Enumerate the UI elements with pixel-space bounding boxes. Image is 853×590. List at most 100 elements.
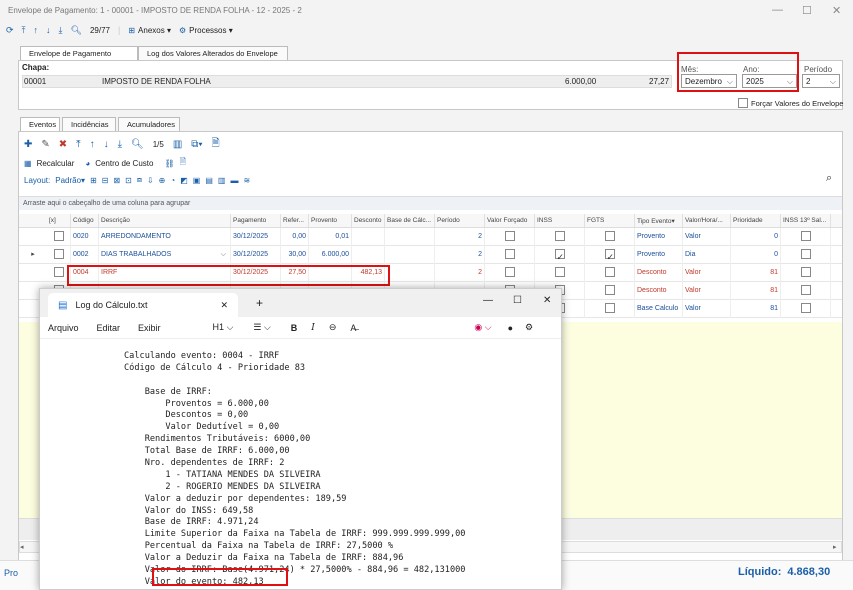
heading-select[interactable]: H1 ⌵ <box>213 322 234 333</box>
checkbox[interactable] <box>53 266 64 277</box>
col-periodo[interactable]: Período <box>435 214 485 227</box>
add-icon[interactable]: ✚ <box>24 139 32 150</box>
table-row[interactable]: ▸ 0002 DIAS TRABALHADOS ⌵ 30/12/2025 30,00 6.0… <box>19 245 842 264</box>
chevron-down-icon[interactable]: ⌵ <box>221 246 226 264</box>
checkbox[interactable] <box>800 248 811 259</box>
maximize-icon[interactable]: ☐ <box>802 4 812 17</box>
link-icon-np[interactable]: ⊖ <box>329 322 337 333</box>
checkbox[interactable] <box>554 266 565 277</box>
notepad-content[interactable]: Calculando evento: 0004 - IRRF Código de … <box>40 339 561 589</box>
recalcular-button[interactable]: Recalcular <box>37 159 75 168</box>
checkbox[interactable] <box>800 266 811 277</box>
layout-icon-4[interactable]: ⊡ <box>125 176 132 185</box>
layout-icon-10[interactable]: ▣ <box>193 176 201 185</box>
layout-icon-14[interactable]: ≋ <box>243 176 250 185</box>
export-icon[interactable]: ⧉▾ <box>191 139 202 150</box>
col-codigo[interactable]: Código <box>71 214 99 227</box>
checkbox[interactable] <box>504 248 515 259</box>
tab-log-valores[interactable]: Log dos Valores Alterados do Envelope <box>138 46 288 60</box>
checkbox[interactable] <box>604 266 615 277</box>
col-base-calc[interactable]: Base de Cálc... <box>385 214 435 227</box>
notepad-file-tab[interactable]: ▤ Log do Cálculo.txt ✕ <box>48 293 238 317</box>
scroll-left-icon[interactable]: ◂ <box>20 543 24 551</box>
layout-icon-8[interactable]: ◔ <box>170 176 175 185</box>
columns-icon[interactable]: ▥ <box>173 139 182 150</box>
checkbox[interactable] <box>504 230 515 241</box>
close-tab-icon[interactable]: ✕ <box>220 300 228 311</box>
layout-icon-6[interactable]: ⇩ <box>147 176 154 185</box>
profile-icon[interactable]: ● <box>508 323 513 333</box>
layout-icon-5[interactable]: ⧈ <box>137 175 142 185</box>
col-provento[interactable]: Provento <box>309 214 352 227</box>
notepad-maximize-icon[interactable]: ☐ <box>513 295 522 306</box>
col-pagamento[interactable]: Pagamento <box>231 214 281 227</box>
new-tab-icon[interactable]: + <box>256 296 263 310</box>
layout-icon-13[interactable]: ▬ <box>230 176 238 185</box>
menu-editar[interactable]: Editar <box>97 323 121 333</box>
scroll-right-icon[interactable]: ▸ <box>833 543 837 551</box>
checkbox[interactable] <box>800 284 811 295</box>
first-record-icon[interactable]: ⤒ <box>22 25 26 36</box>
link-icon[interactable]: ⛓ <box>164 159 174 168</box>
checkbox[interactable] <box>604 248 615 264</box>
col-tipo-evento[interactable]: Tipo Evento▾ <box>635 214 683 227</box>
col-select[interactable]: [x] <box>47 214 71 227</box>
checkbox[interactable] <box>800 230 811 241</box>
forcar-checkbox[interactable] <box>738 98 748 108</box>
grid-find-icon[interactable]: ⌕ <box>826 172 832 185</box>
first-icon[interactable]: ⤒ <box>76 139 80 150</box>
col-desconto[interactable]: Desconto <box>352 214 385 227</box>
list-icon[interactable]: ☰ ⌵ <box>253 322 270 333</box>
checkbox[interactable] <box>53 230 64 241</box>
notepad-minimize-icon[interactable]: — <box>483 295 493 306</box>
anexos-button[interactable]: ⊞ Anexos ▾ <box>128 26 171 35</box>
periodo-select[interactable]: 2 ⌵ <box>802 74 840 88</box>
menu-arquivo[interactable]: Arquivo <box>48 323 79 333</box>
layout-icon-11[interactable]: ▤ <box>205 176 213 185</box>
checkbox[interactable] <box>554 248 565 264</box>
checkbox[interactable] <box>800 302 811 313</box>
layout-select[interactable]: Padrão▾ <box>55 176 85 185</box>
col-valor-hora[interactable]: Valor/Hora/... <box>683 214 731 227</box>
notepad-close-icon[interactable]: ✕ <box>543 295 551 306</box>
last-icon[interactable]: ⤓ <box>118 139 122 150</box>
subtab-acumuladores[interactable]: Acumuladores <box>118 117 180 131</box>
close-icon[interactable]: ✕ <box>832 4 841 17</box>
layout-icon-1[interactable]: ⊞ <box>90 176 97 185</box>
subtab-incidencias[interactable]: Incidências <box>62 117 116 131</box>
refresh-icon[interactable]: ⟳ <box>6 25 14 36</box>
checkbox[interactable] <box>554 230 565 241</box>
col-inss13[interactable]: INSS 13º Sal... <box>781 214 831 227</box>
forcar-valores[interactable]: Forçar Valores do Envelope <box>738 98 843 108</box>
layout-icon-7[interactable]: ⊕ <box>159 176 166 185</box>
centro-custo-button[interactable]: Centro de Custo <box>95 159 153 168</box>
minimize-icon[interactable]: — <box>772 4 783 16</box>
menu-exibir[interactable]: Exibir <box>138 323 161 333</box>
table-row[interactable]: 0020 ARREDONDAMENTO 30/12/2025 0,00 0,01 2 Pro… <box>19 227 842 246</box>
search-icon[interactable]: 🔍︎ <box>71 25 82 36</box>
tab-envelope[interactable]: Envelope de Pagamento <box>20 46 138 60</box>
report-icon[interactable]: 🗎 <box>180 156 186 170</box>
clear-format-icon[interactable]: A̶ <box>350 323 356 333</box>
grid-search-icon[interactable]: 🔍︎ <box>131 139 144 150</box>
italic-icon[interactable]: I <box>311 323 315 333</box>
col-fgts[interactable]: FGTS <box>585 214 635 227</box>
delete-icon[interactable]: ✖ <box>59 139 67 150</box>
subtab-eventos[interactable]: Eventos <box>20 117 60 131</box>
document-icon[interactable]: 🗎 <box>212 136 220 153</box>
bold-icon[interactable]: B <box>291 323 298 333</box>
last-record-icon[interactable]: ⤓ <box>59 25 63 36</box>
checkbox[interactable] <box>604 302 615 313</box>
col-refer[interactable]: Refer... <box>281 214 309 227</box>
copilot-icon[interactable]: ◉ ⌵ <box>474 322 491 333</box>
edit-icon[interactable]: ✎ <box>41 139 49 150</box>
col-valor-forcado[interactable]: Valor Forçado <box>485 214 535 227</box>
layout-icon-3[interactable]: ⊠ <box>113 176 120 185</box>
up-arrow-icon[interactable]: ↑ <box>34 25 39 35</box>
col-descricao[interactable]: Descrição <box>99 214 231 227</box>
layout-icon-2[interactable]: ⊟ <box>102 176 109 185</box>
col-prioridade[interactable]: Prioridade <box>731 214 781 227</box>
checkbox[interactable] <box>604 284 615 295</box>
checkbox[interactable] <box>53 248 64 259</box>
col-inss[interactable]: INSS <box>535 214 585 227</box>
